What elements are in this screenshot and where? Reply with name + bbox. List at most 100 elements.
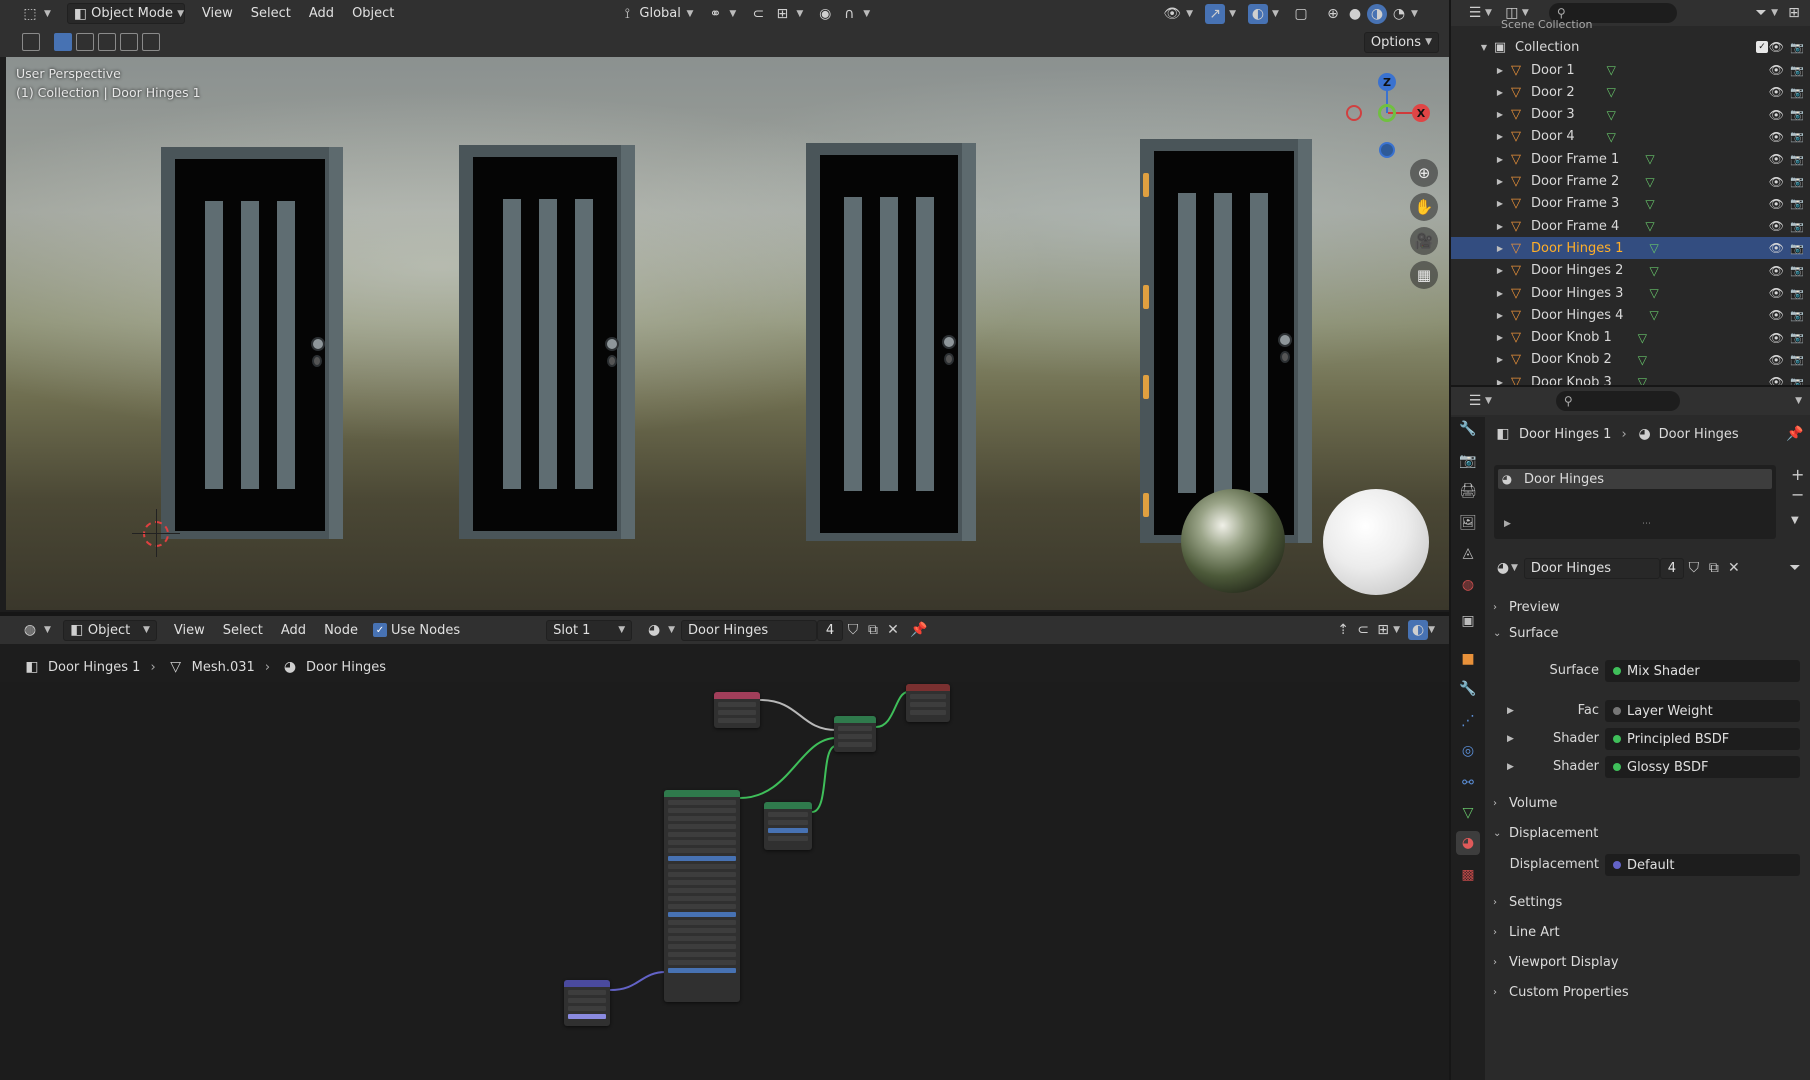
- displacement-input-field[interactable]: Default: [1605, 854, 1800, 876]
- mesh-data-icon[interactable]: ▽: [1607, 108, 1616, 122]
- render-camera-icon[interactable]: 📷: [1790, 197, 1804, 210]
- object-tab-icon[interactable]: ■: [1456, 647, 1480, 671]
- gizmo-x-axis[interactable]: X: [1412, 104, 1430, 122]
- door-object[interactable]: [806, 143, 976, 541]
- eye-icon[interactable]: 👁: [1769, 197, 1784, 211]
- duplicate-material-icon[interactable]: ⧉: [1704, 558, 1724, 578]
- material-preview-shading-icon[interactable]: ◑: [1366, 3, 1387, 24]
- render-camera-icon[interactable]: 📷: [1790, 264, 1804, 277]
- mesh-data-icon[interactable]: ▽: [1645, 175, 1654, 189]
- node-editor-canvas[interactable]: [0, 682, 1449, 1080]
- scene-tab-icon[interactable]: ◬: [1456, 541, 1480, 565]
- texture-tab-icon[interactable]: ▩: [1456, 863, 1480, 887]
- modifier-wrench-icon[interactable]: 🔧: [1456, 677, 1480, 701]
- camera-icon[interactable]: 🎥: [1410, 227, 1438, 255]
- chevron-down-icon[interactable]: ▼: [1791, 515, 1799, 526]
- outliner-item[interactable]: ▶ ▽ Door 2 ▽ 👁 📷: [1451, 81, 1810, 103]
- tool-tab-icon[interactable]: 🔧: [1456, 417, 1480, 441]
- section-viewport-display[interactable]: › Viewport Display: [1493, 950, 1803, 974]
- node-tree-filter-icon[interactable]: ⏷: [1785, 558, 1805, 578]
- render-tab-icon[interactable]: 📷: [1456, 449, 1480, 473]
- mode-dropdown[interactable]: ◧ Object Mode ▼: [66, 3, 185, 24]
- expand-triangle-icon[interactable]: ▶: [1507, 734, 1514, 744]
- mesh-data-tab-icon[interactable]: ▽: [1456, 801, 1480, 825]
- gizmo-toggle[interactable]: ↗ ▼: [1199, 3, 1242, 24]
- properties-search-input[interactable]: ⚲: [1555, 391, 1680, 411]
- mesh-data-icon[interactable]: ▽: [1638, 353, 1647, 367]
- expand-triangle-icon[interactable]: ▶: [1507, 762, 1514, 772]
- pivot-point-dropdown[interactable]: ⚭ ▼: [699, 3, 742, 24]
- material-sphere-icon[interactable]: ◕: [1495, 558, 1511, 578]
- expand-triangle-icon[interactable]: ▶: [1493, 132, 1507, 141]
- material-users-count[interactable]: 4: [1659, 557, 1684, 579]
- expand-triangle-icon[interactable]: ▶: [1504, 519, 1511, 529]
- expand-triangle-icon[interactable]: ▼: [1477, 43, 1491, 52]
- door-hinge-object[interactable]: [1143, 493, 1149, 517]
- eye-icon[interactable]: 👁: [1769, 219, 1784, 233]
- menu-add[interactable]: Add: [300, 0, 343, 27]
- eye-icon[interactable]: 👁: [1769, 108, 1784, 122]
- eye-icon[interactable]: 👁: [1769, 375, 1784, 385]
- render-camera-icon[interactable]: 📷: [1790, 153, 1804, 166]
- section-surface[interactable]: ⌄ Surface: [1493, 621, 1803, 645]
- section-volume[interactable]: › Volume: [1493, 791, 1803, 815]
- options-dropdown[interactable]: Options ▼: [1363, 31, 1439, 53]
- gizmo-z-axis[interactable]: Z: [1378, 73, 1396, 91]
- render-camera-icon[interactable]: 📷: [1790, 242, 1804, 255]
- collection-row[interactable]: ▼ ▣ Collection ✓ 👁 📷: [1451, 36, 1810, 58]
- 3d-viewport[interactable]: User Perspective (1) Collection | Door H…: [6, 57, 1449, 610]
- close-icon[interactable]: ✕: [883, 620, 903, 640]
- bump-node[interactable]: [564, 980, 610, 1026]
- mesh-data-icon[interactable]: ▽: [1645, 152, 1654, 166]
- door-knob-object[interactable]: [605, 337, 619, 351]
- gizmo-y-axis[interactable]: [1378, 104, 1396, 122]
- wireframe-shading-icon[interactable]: ⊕: [1323, 4, 1343, 24]
- section-preview[interactable]: › Preview: [1493, 595, 1803, 619]
- outliner-item[interactable]: ▶ ▽ Door Frame 1 ▽ 👁 📷: [1451, 148, 1810, 170]
- door-hinge-object[interactable]: [1143, 375, 1149, 399]
- mesh-data-icon[interactable]: ▽: [1645, 219, 1654, 233]
- render-camera-icon[interactable]: 📷: [1790, 309, 1804, 322]
- remove-slot-icon[interactable]: −: [1791, 485, 1804, 504]
- outliner-item[interactable]: ▶ ▽ Door Knob 3 ▽ 👁 📷: [1451, 371, 1810, 385]
- outliner-item[interactable]: ▶ ▽ Door 1 ▽ 👁 📷: [1451, 59, 1810, 81]
- material-tab-icon[interactable]: ◕: [1456, 831, 1480, 855]
- section-displacement[interactable]: ⌄ Displacement: [1493, 821, 1803, 845]
- gizmo-neg-x-axis[interactable]: [1346, 105, 1362, 121]
- render-camera-icon[interactable]: 📷: [1790, 108, 1804, 121]
- door-knob-object[interactable]: [942, 335, 956, 349]
- section-line-art[interactable]: › Line Art: [1493, 920, 1803, 944]
- use-nodes-checkbox[interactable]: ✓ Use Nodes: [367, 620, 466, 641]
- render-camera-icon[interactable]: 📷: [1790, 287, 1804, 300]
- snap-icon[interactable]: ⊂: [1353, 620, 1373, 640]
- render-camera-icon[interactable]: 📷: [1790, 130, 1804, 143]
- expand-triangle-icon[interactable]: ▶: [1493, 88, 1507, 97]
- mesh-data-icon[interactable]: ▽: [1649, 308, 1658, 322]
- shader1-input-field[interactable]: Principled BSDF: [1605, 728, 1800, 750]
- pin-icon[interactable]: 📌: [1785, 424, 1805, 444]
- snap-toggle[interactable]: ⊂ ⊞ ▼: [742, 3, 809, 24]
- render-camera-icon[interactable]: 📷: [1790, 64, 1804, 77]
- outliner-item[interactable]: ▶ ▽ Door Knob 2 ▽ 👁 📷: [1451, 349, 1810, 371]
- close-icon[interactable]: ✕: [1724, 558, 1744, 578]
- pin-icon[interactable]: 📌: [909, 620, 929, 640]
- door-object[interactable]: [161, 147, 343, 539]
- mesh-data-icon[interactable]: ▽: [1638, 375, 1647, 385]
- render-camera-icon[interactable]: 📷: [1790, 86, 1804, 99]
- material-name-field[interactable]: Door Hinges: [681, 619, 818, 641]
- material-name-field[interactable]: Door Hinges: [1523, 557, 1660, 579]
- proportional-editing-toggle[interactable]: ◉ ∩ ▼: [809, 3, 876, 24]
- particles-tab-icon[interactable]: ⋰: [1456, 709, 1480, 733]
- outliner-item[interactable]: ▶ ▽ Door Frame 2 ▽ 👁 📷: [1451, 171, 1810, 193]
- eye-icon[interactable]: 👁: [1769, 85, 1784, 99]
- world-tab-icon[interactable]: ◍: [1456, 573, 1480, 597]
- section-settings[interactable]: › Settings: [1493, 890, 1803, 914]
- mesh-data-icon[interactable]: ▽: [1645, 197, 1654, 211]
- material-slot-item[interactable]: ◕ Door Hinges: [1498, 469, 1772, 489]
- render-camera-icon[interactable]: 📷: [1790, 175, 1804, 188]
- mesh-data-icon[interactable]: ▽: [1607, 63, 1616, 77]
- outliner-item[interactable]: ▶ ▽ Door Hinges 2 ▽ 👁 📷: [1451, 260, 1810, 282]
- parent-node-tree-icon[interactable]: ⇡: [1333, 620, 1353, 640]
- grid-projection-icon[interactable]: ▦: [1410, 261, 1438, 289]
- door-hinge-object[interactable]: [1143, 285, 1149, 309]
